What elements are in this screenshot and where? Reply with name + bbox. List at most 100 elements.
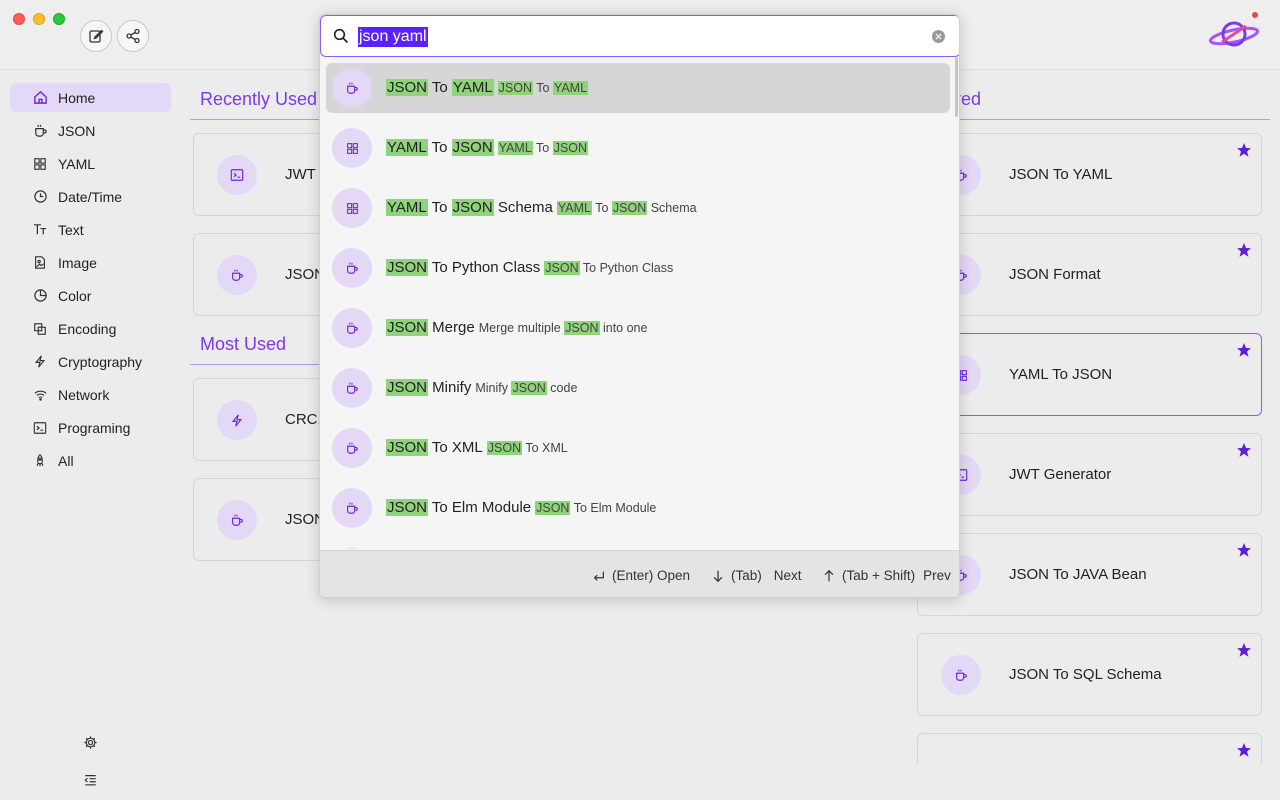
star-icon[interactable] [1236, 242, 1252, 258]
settings-button[interactable] [80, 732, 100, 752]
result-text: Minify [428, 379, 472, 396]
search-result-item[interactable]: YAML To JSON Schema YAML To JSON Schema [326, 183, 950, 233]
result-text: Schema [493, 199, 553, 216]
star-icon[interactable] [1236, 642, 1252, 658]
sidebar-item-label: Image [58, 254, 97, 271]
starred-card[interactable]: YAML To JSON [917, 333, 1262, 416]
wifi-icon [32, 387, 48, 403]
result-text: To [427, 139, 452, 156]
open-hint: (Enter) Open [592, 568, 690, 583]
result-subtitle: JSON To XML [486, 441, 568, 455]
sidebar-item-home[interactable]: Home [10, 83, 171, 112]
result-text: To XML [428, 439, 483, 456]
cup-icon [332, 488, 372, 528]
cup-icon [332, 548, 372, 549]
sidebar-item-all[interactable]: All [10, 446, 171, 475]
terminal-icon [217, 155, 257, 195]
star-icon[interactable] [1236, 342, 1252, 358]
match-highlight: JSON [611, 201, 648, 215]
starred-card[interactable]: JWT Generator [917, 433, 1262, 516]
result-title: JSON To YAML JSON To YAML [386, 79, 589, 96]
search-result-item[interactable]: JSON To Python Class JSON To Python Class [326, 243, 950, 293]
cup-icon [217, 500, 257, 540]
edit-icon [89, 29, 104, 43]
result-subtitle: JSON To Python Class [544, 261, 673, 275]
minimize-window-button[interactable] [33, 13, 45, 25]
search-result-item[interactable]: JSON Merge Merge multiple JSON into one [326, 303, 950, 353]
cup-icon [217, 255, 257, 295]
result-text: To [428, 79, 452, 96]
search-result-item[interactable]: JSON Minify Minify JSON code [326, 363, 950, 413]
result-title: JSON To Python Class JSON To Python Class [386, 259, 673, 276]
match-highlight: JSON [564, 321, 600, 335]
starred-card[interactable]: JSON To JAVA Bean [917, 533, 1262, 616]
close-icon [935, 33, 942, 40]
match-highlight: JSON [497, 81, 533, 95]
sidebar-item-programing[interactable]: Programing [10, 413, 171, 442]
collapse-sidebar-button[interactable] [80, 770, 100, 790]
star-icon[interactable] [1236, 442, 1252, 458]
search-result-item[interactable]: JSON To YAML JSON To YAML [326, 63, 950, 113]
starred-card[interactable] [917, 733, 1262, 764]
card-label: JSON To JAVA Bean [1009, 566, 1147, 583]
prev-key-text: (Tab + Shift) [842, 568, 916, 583]
result-subtitle: Minify JSON code [475, 381, 577, 395]
cup-icon [32, 123, 48, 139]
result-text: Merge [428, 319, 475, 336]
sidebar-item-image[interactable]: Image [10, 248, 171, 277]
cup-icon [332, 308, 372, 348]
result-text: To Python Class [579, 261, 674, 275]
share-button[interactable] [117, 20, 149, 52]
cup-icon [332, 368, 372, 408]
result-title: JSON To Elm Module JSON To Elm Module [386, 499, 656, 516]
zoom-window-button[interactable] [53, 13, 65, 25]
clear-search-button[interactable] [932, 30, 945, 43]
result-text: To Python Class [428, 259, 541, 276]
sidebar-item-cryptography[interactable]: Cryptography [10, 347, 171, 376]
bolt-icon [217, 400, 257, 440]
sidebar-item-yaml[interactable]: YAML [10, 149, 171, 178]
star-icon[interactable] [1236, 742, 1252, 758]
sidebar-item-text[interactable]: Text [10, 215, 171, 244]
card-label: JWT [285, 166, 316, 183]
sidebar-item-json[interactable]: JSON [10, 116, 171, 145]
results-scrollbar[interactable] [955, 57, 958, 117]
prev-hint: (Tab + Shift) Prev [822, 568, 951, 583]
starred-card[interactable]: JSON To YAML [917, 133, 1262, 216]
arrow-up-icon [824, 569, 834, 581]
sidebar-item-color[interactable]: Color [10, 281, 171, 310]
search-query[interactable]: json yaml [358, 27, 428, 47]
starred-card[interactable]: JSON To SQL Schema [917, 633, 1262, 716]
result-subtitle: JSON To YAML [497, 81, 589, 95]
search-popover: json yaml JSON To YAML JSON To YAML YAML … [319, 14, 960, 598]
sidebar-item-encoding[interactable]: Encoding [10, 314, 171, 343]
result-subtitle: YAML To JSON Schema [556, 201, 697, 215]
app-logo-icon [1208, 21, 1260, 47]
sidebar-item-datetime[interactable]: Date/Time [10, 182, 171, 211]
star-icon[interactable] [1236, 142, 1252, 158]
sidebar-item-label: Home [58, 89, 96, 106]
next-hint: (Tab) Next [711, 568, 802, 583]
card-label: JSON To SQL Schema [1009, 666, 1162, 683]
new-note-button[interactable] [80, 20, 112, 52]
search-result-item[interactable]: YAML To JSON YAML To JSON [326, 123, 950, 173]
search-result-item[interactable]: JSON To Elm Module JSON To Elm Module [326, 483, 950, 533]
match-highlight: YAML [386, 199, 428, 216]
result-text: Merge multiple [478, 321, 565, 335]
result-text: To Elm Module [428, 499, 532, 516]
match-highlight: JSON [535, 501, 571, 515]
match-highlight: JSON [552, 141, 589, 155]
result-title: YAML To JSON YAML To JSON [386, 139, 589, 156]
starred-card[interactable]: JSON Format [917, 233, 1262, 316]
prev-hint-text: Prev [923, 568, 951, 583]
grid-icon [32, 156, 48, 172]
close-window-button[interactable] [13, 13, 25, 25]
star-icon[interactable] [1236, 542, 1252, 558]
next-key-text: (Tab) [731, 568, 762, 583]
cup-icon [332, 248, 372, 288]
search-result-item[interactable] [326, 543, 950, 549]
sidebar-item-network[interactable]: Network [10, 380, 171, 409]
sidebar-item-label: Text [58, 221, 84, 238]
search-input[interactable]: json yaml [320, 15, 959, 57]
search-result-item[interactable]: JSON To XML JSON To XML [326, 423, 950, 473]
